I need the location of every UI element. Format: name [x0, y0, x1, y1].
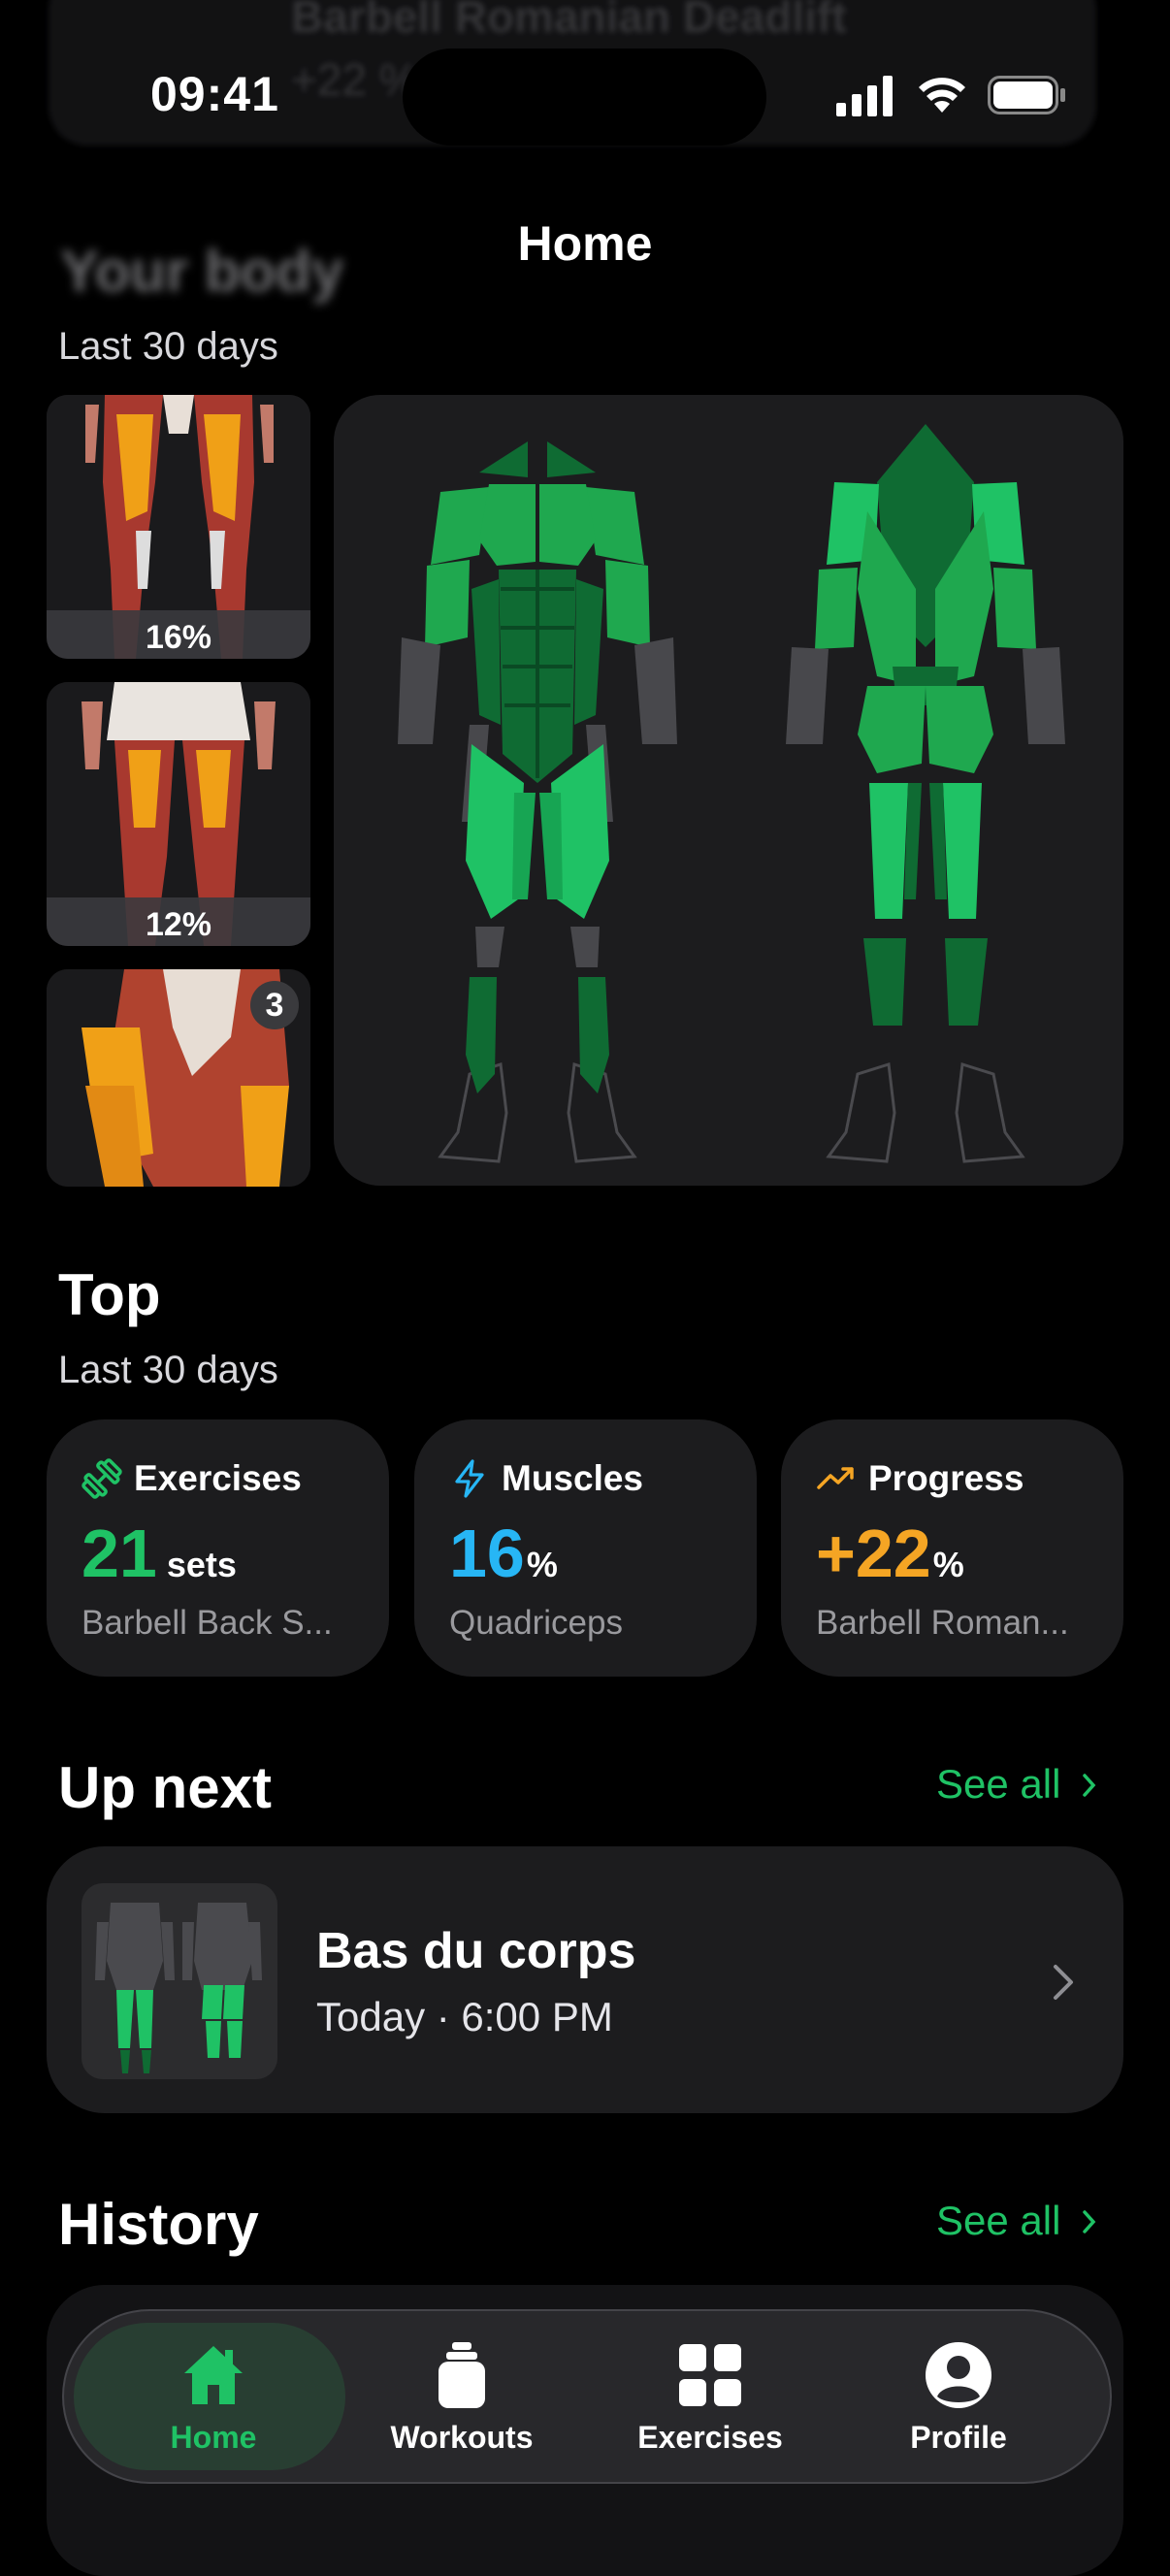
workout-name: Bas du corps	[316, 1923, 636, 1979]
status-time: 09:41	[150, 67, 279, 121]
count-badge: 3	[250, 981, 299, 1029]
section-title-history: History	[58, 2192, 259, 2257]
stat-label: Muscles	[502, 1458, 644, 1498]
stat-card-exercises[interactable]: Exercises 21 sets Barbell Back S...	[47, 1419, 389, 1677]
chevron-right-icon	[1083, 1774, 1096, 1797]
see-all-history-link[interactable]: See all	[936, 2198, 1099, 2244]
chevron-right-icon	[1083, 2210, 1096, 2234]
thumbnail-percent: 16%	[47, 610, 310, 659]
stat-card-muscles[interactable]: Muscles 16% Quadriceps	[414, 1419, 757, 1677]
person-circle-icon	[926, 2342, 991, 2408]
battery-icon	[988, 76, 1065, 114]
dumbbell-icon	[81, 1458, 122, 1499]
see-all-label: See all	[936, 1761, 1061, 1807]
see-all-up-next-link[interactable]: See all	[936, 1761, 1099, 1808]
bottle-icon	[439, 2342, 485, 2408]
tab-exercises[interactable]: Exercises	[586, 2311, 834, 2482]
stat-label: Progress	[868, 1458, 1024, 1498]
cellular-signal-icon	[836, 76, 893, 116]
tab-workouts[interactable]: Workouts	[338, 2311, 586, 2482]
tab-home[interactable]: Home	[89, 2311, 338, 2482]
stat-value: 16%	[449, 1516, 558, 1591]
tab-label: Exercises	[637, 2420, 783, 2455]
see-all-label: See all	[936, 2198, 1061, 2243]
body-muscle-map[interactable]	[334, 395, 1123, 1186]
tab-profile[interactable]: Profile	[834, 2311, 1083, 2482]
stat-value: 21 sets	[81, 1516, 237, 1591]
trend-up-icon	[817, 1467, 854, 1489]
tab-label: Workouts	[390, 2420, 534, 2455]
grid-icon	[679, 2344, 741, 2406]
workout-schedule: Today · 6:00 PM	[316, 1994, 613, 2039]
stat-value: +22%	[816, 1516, 964, 1591]
ghost-subtitle: +22 %	[291, 54, 419, 105]
thumbnail-percent: 12%	[47, 897, 310, 946]
ghost-title: Barbell Romanian Deadlift	[291, 0, 847, 42]
body-map-illustration	[398, 424, 1065, 1163]
tab-label: Profile	[910, 2420, 1007, 2455]
workout-body-thumbnail	[81, 1883, 277, 2079]
stat-detail: Quadriceps	[449, 1604, 623, 1642]
dynamic-island	[403, 49, 766, 146]
mini-body-illustration	[95, 1903, 262, 2073]
stat-detail: Barbell Roman...	[816, 1604, 1069, 1642]
muscle-thumbnail-legs-front[interactable]: 16%	[47, 395, 310, 659]
muscle-thumbnail-back[interactable]: 3	[47, 969, 310, 1187]
up-next-workout-card[interactable]: Bas du corps Today · 6:00 PM	[47, 1846, 1123, 2113]
stat-detail: Barbell Back S...	[81, 1604, 333, 1642]
tab-label: Home	[170, 2420, 257, 2455]
house-icon	[184, 2346, 243, 2404]
wifi-icon	[919, 78, 965, 113]
back-figure	[786, 424, 1065, 1163]
stat-card-progress[interactable]: Progress +22% Barbell Roman...	[781, 1419, 1123, 1677]
tab-bar: Home Workouts Exercises Profile	[62, 2309, 1112, 2484]
chevron-right-icon	[1054, 1965, 1073, 2000]
front-figure	[398, 441, 677, 1163]
section-title-your-body: Your body	[60, 239, 344, 304]
section-title-up-next: Up next	[58, 1755, 273, 1820]
bolt-icon	[455, 1459, 484, 1498]
section-subtitle: Last 30 days	[58, 1349, 278, 1391]
section-title-top: Top	[58, 1262, 161, 1327]
stat-label: Exercises	[134, 1458, 302, 1498]
muscle-thumbnail-legs-back[interactable]: 12%	[47, 682, 310, 946]
section-subtitle: Last 30 days	[58, 325, 278, 368]
